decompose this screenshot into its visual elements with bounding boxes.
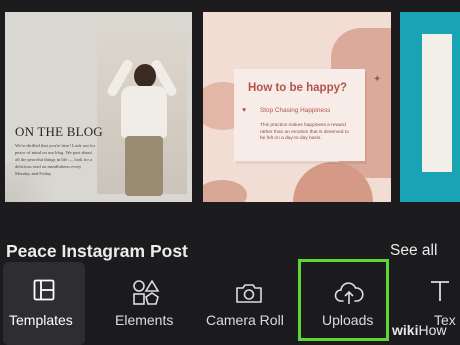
blog-body-text: We're thrilled that you're here! Look ou… — [15, 143, 96, 176]
nav-item-templates[interactable]: Templates — [3, 262, 85, 345]
section-title: Peace Instagram Post — [6, 241, 188, 261]
template-card-how-to-be-happy[interactable]: How to be happy? ♥ Stop Chasing Happines… — [203, 12, 391, 202]
uploads-highlight-box — [298, 259, 389, 341]
nav-item-camera-roll[interactable]: Camera Roll — [200, 262, 298, 345]
text-icon — [428, 279, 452, 308]
wikihow-watermark: wikiHow — [392, 322, 447, 338]
blog-photo — [97, 20, 187, 196]
camera-icon — [235, 282, 263, 309]
elements-icon — [132, 279, 160, 310]
templates-icon — [33, 279, 55, 306]
nav-item-elements[interactable]: Elements — [100, 262, 195, 345]
happy-title: How to be happy? — [248, 82, 348, 94]
bottom-nav: Templates Elements Camera Roll Uploads T… — [0, 262, 460, 345]
happy-body-text: This practice makes happiness a reward r… — [260, 123, 349, 142]
happy-text-box: How to be happy? ♥ Stop Chasing Happines… — [234, 69, 365, 161]
happy-subtitle: Stop Chasing Happiness — [260, 107, 331, 114]
nav-label-elements: Elements — [115, 312, 174, 328]
sparkle-icon: ✦ — [373, 74, 382, 85]
heart-icon: ♥ — [242, 107, 247, 114]
template-card-on-the-blog[interactable]: ON THE BLOG We're thrilled that you're h… — [5, 12, 192, 202]
nav-label-camera-roll: Camera Roll — [206, 312, 284, 328]
template-carousel[interactable]: ON THE BLOG We're thrilled that you're h… — [0, 0, 460, 220]
template-card-teal[interactable] — [400, 12, 460, 202]
teal-note — [422, 34, 452, 172]
see-all-link[interactable]: See all — [390, 242, 437, 260]
nav-label-templates: Templates — [9, 312, 73, 328]
blog-title: ON THE BLOG — [15, 124, 103, 139]
